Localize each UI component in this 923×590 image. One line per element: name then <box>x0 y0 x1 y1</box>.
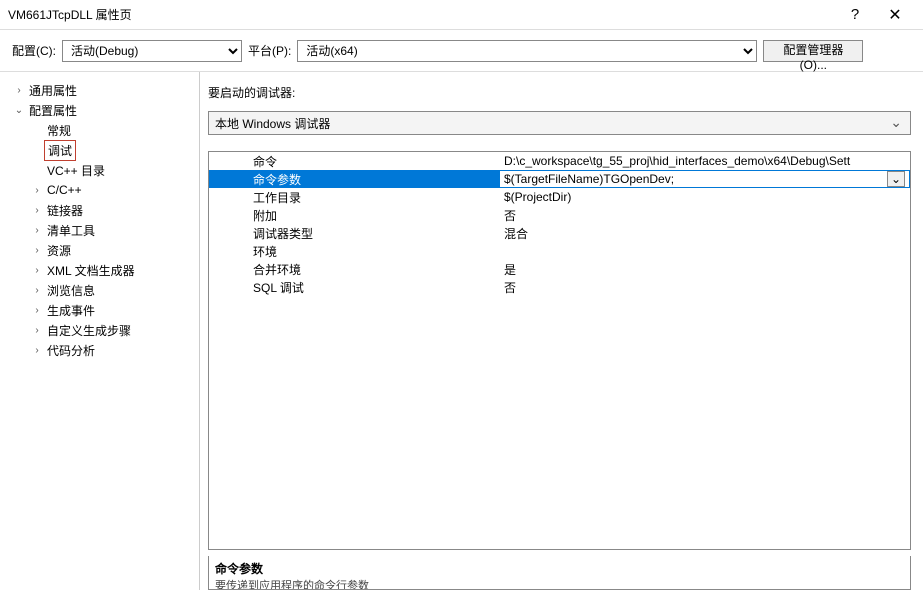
tree-node[interactable]: ›资源 <box>4 240 195 260</box>
tree-node[interactable]: VC++ 目录 <box>4 160 195 180</box>
tree-label[interactable]: 清单工具 <box>44 221 98 240</box>
tree-node[interactable]: 常规 <box>4 120 195 140</box>
property-panel: 要启动的调试器: 本地 Windows 调试器 命令D:\c_workspace… <box>200 72 923 590</box>
property-value[interactable]: 是 <box>499 260 910 278</box>
help-button[interactable]: ? <box>835 1 875 29</box>
description-text: 要传递到应用程序的命令行参数 <box>215 577 904 590</box>
property-value[interactable]: $(ProjectDir) <box>499 188 910 206</box>
close-button[interactable]: ✕ <box>875 1 915 29</box>
tree-node[interactable]: ›清单工具 <box>4 220 195 240</box>
main-area: ›通用属性⌄配置属性常规调试VC++ 目录›C/C++›链接器›清单工具›资源›… <box>0 72 923 590</box>
grid-row[interactable]: 附加否 <box>209 206 910 224</box>
tree-label[interactable]: 常规 <box>44 121 74 140</box>
tree-label[interactable]: 代码分析 <box>44 341 98 360</box>
tree-node[interactable]: ›浏览信息 <box>4 280 195 300</box>
property-name: 调试器类型 <box>209 224 499 242</box>
window-title: VM661JTcpDLL 属性页 <box>8 6 835 23</box>
property-value[interactable]: $(TargetFileName)TGOpenDev; <box>499 170 910 188</box>
tree-node[interactable]: ›自定义生成步骤 <box>4 320 195 340</box>
description-title: 命令参数 <box>215 560 904 577</box>
tree-node[interactable]: ⌄配置属性 <box>4 100 195 120</box>
chevron-icon[interactable]: › <box>30 263 44 277</box>
property-name: 合并环境 <box>209 260 499 278</box>
grid-row[interactable]: 工作目录$(ProjectDir) <box>209 188 910 206</box>
tree-label[interactable]: 自定义生成步骤 <box>44 321 134 340</box>
chevron-icon[interactable]: › <box>30 223 44 237</box>
property-value[interactable]: 否 <box>499 278 910 296</box>
tree-label[interactable]: VC++ 目录 <box>44 161 108 180</box>
debugger-value: 本地 Windows 调试器 <box>215 115 330 132</box>
property-value[interactable]: 否 <box>499 206 910 224</box>
tree-node[interactable]: ›XML 文档生成器 <box>4 260 195 280</box>
tree-node[interactable]: ›链接器 <box>4 200 195 220</box>
chevron-icon[interactable] <box>30 143 44 157</box>
tree-label[interactable]: 生成事件 <box>44 301 98 320</box>
config-toolbar: 配置(C): 活动(Debug) 平台(P): 活动(x64) 配置管理器(O)… <box>0 30 923 72</box>
config-label: 配置(C): <box>12 42 56 59</box>
tree-label[interactable]: 浏览信息 <box>44 281 98 300</box>
chevron-icon[interactable]: ⌄ <box>12 103 26 117</box>
chevron-icon[interactable] <box>30 123 44 137</box>
grid-row[interactable]: 命令参数$(TargetFileName)TGOpenDev; <box>209 170 910 188</box>
chevron-icon[interactable]: › <box>30 323 44 337</box>
grid-row[interactable]: 命令D:\c_workspace\tg_55_proj\hid_interfac… <box>209 152 910 170</box>
chevron-icon[interactable]: › <box>30 343 44 357</box>
grid-row[interactable]: 调试器类型混合 <box>209 224 910 242</box>
tree-label[interactable]: 链接器 <box>44 201 86 220</box>
title-bar: VM661JTcpDLL 属性页 ? ✕ <box>0 0 923 30</box>
config-select[interactable]: 活动(Debug) <box>62 40 242 62</box>
chevron-icon[interactable]: › <box>30 283 44 297</box>
property-grid[interactable]: 命令D:\c_workspace\tg_55_proj\hid_interfac… <box>208 151 911 550</box>
config-manager-button[interactable]: 配置管理器(O)... <box>763 40 863 62</box>
tree-node[interactable]: ›C/C++ <box>4 180 195 200</box>
chevron-icon[interactable]: › <box>12 83 26 97</box>
property-name: 附加 <box>209 206 499 224</box>
chevron-icon[interactable]: › <box>30 243 44 257</box>
tree-node[interactable]: 调试 <box>4 140 195 160</box>
debugger-heading: 要启动的调试器: <box>208 80 911 105</box>
grid-row[interactable]: 合并环境是 <box>209 260 910 278</box>
tree-label[interactable]: 通用属性 <box>26 81 80 100</box>
chevron-icon[interactable]: › <box>30 183 44 197</box>
property-name: 命令参数 <box>209 170 499 188</box>
tree-node[interactable]: ›通用属性 <box>4 80 195 100</box>
tree-node[interactable]: ›代码分析 <box>4 340 195 360</box>
property-tree[interactable]: ›通用属性⌄配置属性常规调试VC++ 目录›C/C++›链接器›清单工具›资源›… <box>0 72 200 590</box>
tree-label[interactable]: XML 文档生成器 <box>44 261 138 280</box>
tree-label[interactable]: 资源 <box>44 241 74 260</box>
tree-label[interactable]: 配置属性 <box>26 101 80 120</box>
property-value[interactable]: D:\c_workspace\tg_55_proj\hid_interfaces… <box>499 152 910 170</box>
tree-label[interactable]: 调试 <box>44 140 76 161</box>
property-name: SQL 调试 <box>209 278 499 296</box>
tree-label[interactable]: C/C++ <box>44 182 85 198</box>
property-value[interactable] <box>499 242 910 260</box>
grid-row[interactable]: 环境 <box>209 242 910 260</box>
grid-row[interactable]: SQL 调试否 <box>209 278 910 296</box>
chevron-icon[interactable] <box>30 163 44 177</box>
chevron-icon[interactable]: › <box>30 203 44 217</box>
chevron-icon[interactable]: › <box>30 303 44 317</box>
property-name: 命令 <box>209 152 499 170</box>
platform-select[interactable]: 活动(x64) <box>297 40 757 62</box>
property-value[interactable]: 混合 <box>499 224 910 242</box>
property-name: 环境 <box>209 242 499 260</box>
property-name: 工作目录 <box>209 188 499 206</box>
tree-node[interactable]: ›生成事件 <box>4 300 195 320</box>
description-pane: 命令参数 要传递到应用程序的命令行参数 <box>208 556 911 590</box>
debugger-select[interactable]: 本地 Windows 调试器 <box>208 111 911 135</box>
platform-label: 平台(P): <box>248 42 291 59</box>
